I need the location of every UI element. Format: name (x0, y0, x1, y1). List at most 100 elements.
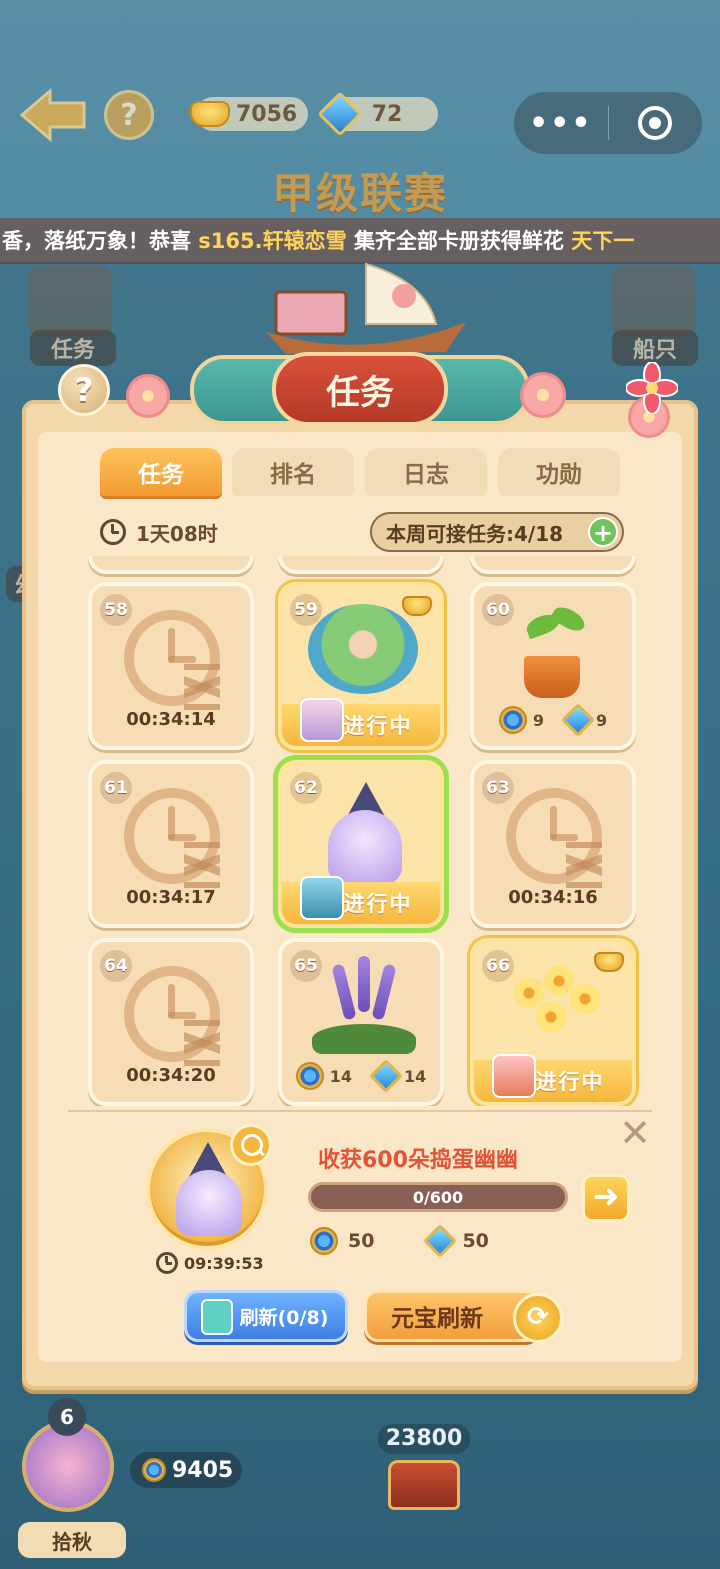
player-avatar (300, 698, 344, 742)
tab-task[interactable]: 任务 (100, 448, 222, 496)
weekly-task-count: 本周可接任务:4/18 + (370, 512, 624, 552)
refresh-icon: ⟳ (513, 1293, 563, 1343)
card-status-text: 进行中 (343, 892, 413, 916)
season-time-left: 1天08时 (136, 521, 218, 546)
gold-counter[interactable]: 7056 (190, 97, 308, 131)
player-avatar (300, 876, 344, 920)
tab-log[interactable]: 日志 (365, 448, 487, 496)
compass-amount: 9405 (172, 1457, 234, 1483)
diamond-icon (369, 1059, 403, 1093)
task-card-65[interactable]: 65 14 14 (278, 938, 444, 1106)
task-progress-bar: 0/600 (308, 1182, 568, 1212)
diamond-icon (317, 91, 363, 137)
lavender-stalk (371, 963, 397, 1021)
hourglass-icon (566, 842, 602, 888)
diamond-reward: 9 (596, 710, 608, 730)
gem-counter[interactable]: 72 (317, 91, 438, 137)
close-miniprogram-button[interactable] (609, 106, 703, 140)
ticker-middle: 集齐全部卡册获得鲜花 (353, 229, 564, 253)
compass-reward: 14 (329, 1066, 352, 1086)
task-card-60[interactable]: 60 9 9 (470, 582, 636, 750)
close-detail-button[interactable]: ✕ (618, 1114, 652, 1152)
go-arrow-button[interactable]: ➜ (582, 1174, 630, 1222)
diamond-reward: 14 (404, 1066, 427, 1086)
more-menu-button[interactable]: ••• (514, 106, 608, 141)
help-button[interactable]: ? (104, 90, 154, 140)
garden-illustration (308, 604, 418, 694)
gold-ingot-icon (190, 101, 230, 127)
target-icon (638, 106, 673, 140)
back-arrow-icon[interactable] (18, 85, 90, 145)
card-number: 66 (482, 950, 514, 982)
task-card-peek (278, 556, 444, 574)
chest-score: 23800 (378, 1424, 470, 1454)
player-name: 拾秋 (18, 1522, 126, 1558)
card-status-text: 进行中 (343, 714, 413, 738)
task-title: 收获600朵捣蛋幽幽 (318, 1148, 518, 1173)
lavender-stalk (331, 963, 357, 1021)
card-rewards: 14 14 (282, 1059, 440, 1093)
hourglass-icon (184, 842, 220, 888)
boat-decoration (266, 262, 466, 354)
card-number: 61 (100, 772, 132, 804)
task-grid: 58 00:34:14 59 进行中 60 9 9 61 00:34:17 62… (80, 556, 640, 1106)
lavender-illustration (312, 1024, 416, 1054)
card-cooldown: 00:34:20 (126, 1065, 216, 1086)
task-card-63[interactable]: 63 00:34:16 (470, 760, 636, 928)
hourglass-icon (184, 1020, 220, 1066)
yuanbao-refresh-label: 元宝刷新 (391, 1306, 483, 1332)
league-title: 甲级联赛 (271, 169, 448, 218)
card-number: 59 (290, 594, 322, 626)
ghost-icon (176, 1170, 242, 1236)
compass-icon (310, 1227, 338, 1255)
compass-reward: 50 (348, 1230, 375, 1252)
ticker-prefix: 香，落纸万象！恭喜 (2, 229, 191, 253)
gold-ingot-icon (594, 952, 624, 972)
gold-ingot-icon (402, 596, 432, 616)
compass-reward: 9 (532, 710, 544, 730)
diamond-reward: 50 (462, 1230, 489, 1252)
compass-icon (295, 1062, 324, 1090)
treasure-chest-icon[interactable] (388, 1460, 460, 1510)
lavender-stalk (358, 956, 370, 1012)
yellow-flower (514, 978, 544, 1008)
refresh-button[interactable]: 刷新(0/8) (184, 1290, 348, 1342)
task-card-61[interactable]: 61 00:34:17 (88, 760, 254, 928)
task-card-58[interactable]: 58 00:34:14 (88, 582, 254, 750)
tab-ranking[interactable]: 排名 (232, 448, 354, 496)
announcement-ticker: 香，落纸万象！恭喜 s165.轩辕恋雪 集齐全部卡册获得鲜花 天下一 (0, 218, 720, 264)
task-timer: 09:39:53 (156, 1250, 264, 1276)
sprout-pot-illustration (524, 656, 580, 698)
compass-icon (142, 1458, 166, 1482)
flower-decoration (126, 374, 170, 418)
card-rewards: 9 9 (474, 703, 632, 737)
task-card-59[interactable]: 59 进行中 (278, 582, 444, 750)
weekly-task-text: 本周可接任务:4/18 (386, 521, 564, 546)
card-number: 60 (482, 594, 514, 626)
add-task-button[interactable]: + (588, 517, 618, 547)
modal-help-button[interactable]: ? (58, 364, 110, 416)
ticker-suffix: 天下一 (563, 229, 635, 253)
magnifier-icon[interactable] (230, 1124, 272, 1166)
card-number: 58 (100, 594, 132, 626)
miniprogram-capsule: ••• (514, 92, 702, 154)
task-card-peek (470, 556, 636, 574)
ghost-illustration (328, 810, 402, 884)
card-number: 64 (100, 950, 132, 982)
card-number: 65 (290, 950, 322, 982)
tab-merit[interactable]: 功勋 (498, 448, 620, 496)
task-card-64[interactable]: 64 00:34:20 (88, 938, 254, 1106)
modal-title: 任务 (272, 352, 448, 426)
player-avatar (492, 1054, 536, 1098)
clock-icon (156, 1252, 178, 1274)
yuanbao-refresh-button[interactable]: 元宝刷新 ⟳ (364, 1290, 563, 1343)
yellow-flower (536, 1002, 566, 1032)
sprout-leaf (549, 602, 589, 636)
task-card-62[interactable]: 62 进行中 (278, 760, 444, 928)
hourglass-icon (184, 664, 220, 710)
task-card-peek (88, 556, 254, 574)
close-flower-icon[interactable] (626, 362, 678, 414)
task-card-66[interactable]: 66 进行中 (470, 938, 636, 1106)
compass-icon (498, 706, 527, 734)
ticker-player: s165.轩辕恋雪 (191, 229, 354, 253)
